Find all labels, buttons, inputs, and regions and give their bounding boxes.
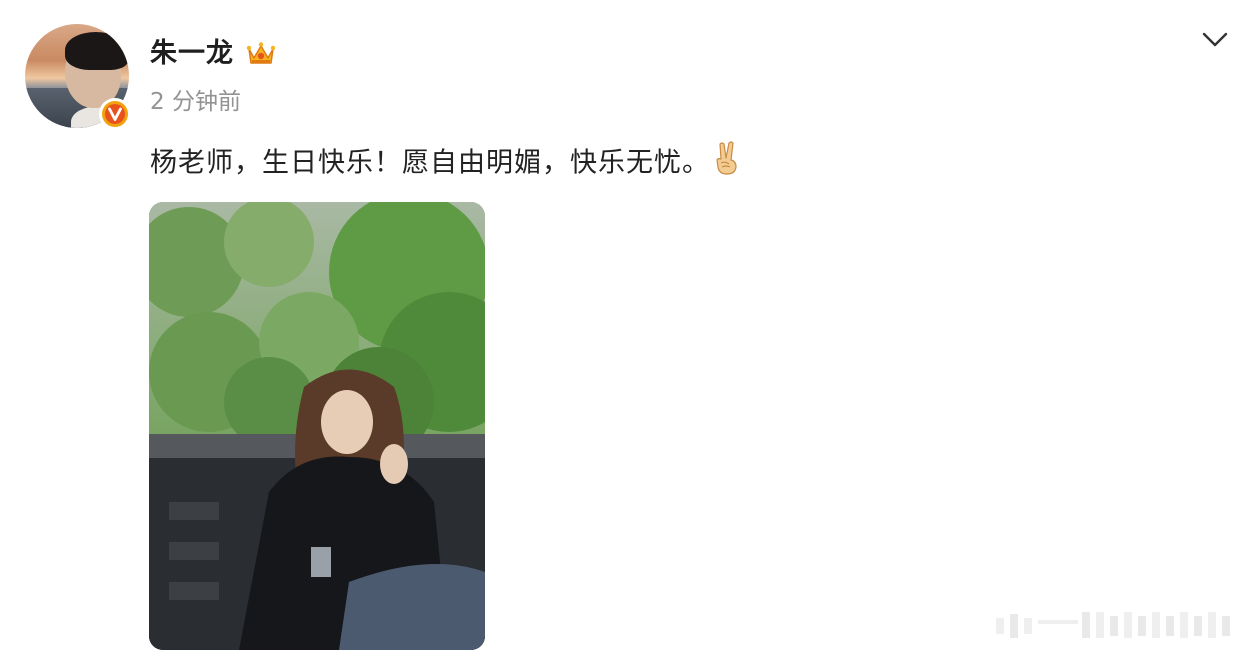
avatar-hair xyxy=(65,32,129,70)
chevron-down-icon[interactable] xyxy=(1200,26,1230,52)
post-image[interactable] xyxy=(149,202,485,650)
watermark-pattern xyxy=(990,604,1240,644)
username[interactable]: 朱一龙 xyxy=(150,36,234,72)
weibo-post: 朱一龙 2 分钟前 杨老师，生日快乐！愿自由明媚，快乐无忧。 xyxy=(0,0,1246,656)
post-text-content: 杨老师，生日快乐！愿自由明媚，快乐无忧。 xyxy=(150,147,710,179)
victory-hand-emoji xyxy=(712,140,742,188)
crown-icon[interactable] xyxy=(246,38,276,68)
verified-v-icon xyxy=(99,98,131,130)
post-timestamp: 2 分钟前 xyxy=(150,89,241,115)
post-text: 杨老师，生日快乐！愿自由明媚，快乐无忧。 xyxy=(150,140,742,188)
